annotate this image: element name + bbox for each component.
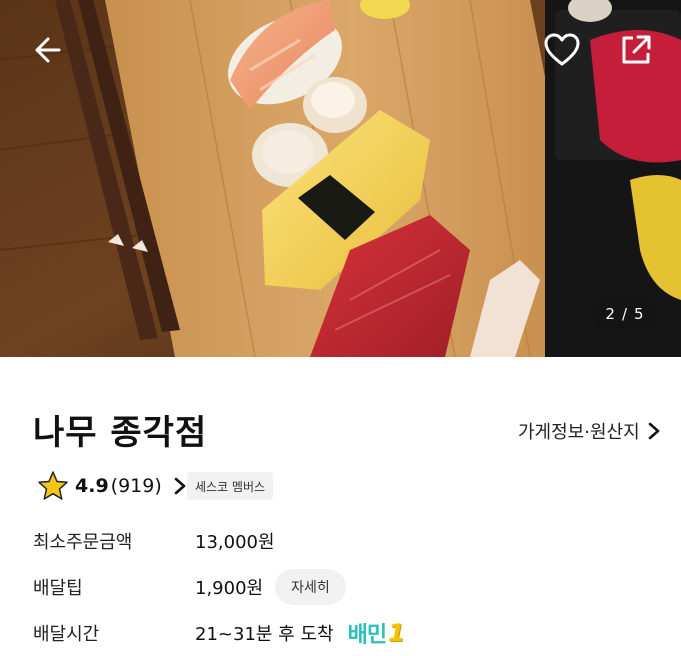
delivery-tip-value: 1,900원	[195, 578, 264, 599]
share-external-icon	[622, 35, 651, 64]
back-button[interactable]	[25, 28, 69, 72]
image-pager: 2 / 5	[592, 296, 658, 332]
delivery-tip-label: 배달팁	[33, 578, 83, 599]
reviews-chevron[interactable]	[174, 477, 186, 495]
chevron-right-icon	[174, 477, 186, 495]
chevron-right-icon	[648, 422, 659, 440]
store-info-link[interactable]: 가게정보·원산지	[518, 418, 660, 444]
min-order-row: 최소주문금액 13,000원	[33, 523, 275, 559]
baemin1-logo-number: 1	[388, 619, 405, 647]
delivery-time-value: 21~31분 후 도착	[195, 624, 334, 645]
pager-separator: /	[621, 305, 629, 323]
rating-summary[interactable]: 4.9 (919)	[37, 468, 186, 504]
min-order-value: 13,000원	[195, 532, 275, 553]
review-count: (919)	[110, 475, 162, 497]
store-name: 나무 종각점	[33, 413, 208, 453]
cesco-badge: 세스코 멤버스	[187, 472, 274, 500]
delivery-time-row: 배달시간 21~31분 후 도착 배민 1	[33, 615, 405, 651]
hero-image[interactable]: 2 / 5	[0, 0, 681, 357]
store-info-label: 가게정보·원산지	[518, 422, 640, 443]
star-icon	[38, 471, 68, 500]
delivery-tip-detail-button[interactable]: 자세히	[275, 569, 346, 605]
delivery-time-label: 배달시간	[33, 624, 100, 645]
arrow-left-icon	[35, 37, 61, 63]
pager-current: 2	[605, 305, 616, 323]
baemin1-logo-text: 배민	[347, 623, 387, 648]
rating-value: 4.9	[75, 475, 109, 497]
pager-total: 5	[634, 305, 645, 323]
share-button[interactable]	[614, 28, 658, 72]
like-button[interactable]	[540, 28, 584, 72]
min-order-label: 최소주문금액	[33, 532, 133, 553]
heart-icon	[544, 33, 580, 66]
baemin1-logo: 배민 1	[347, 617, 405, 649]
delivery-tip-row: 배달팁 1,900원 자세히	[33, 569, 346, 605]
